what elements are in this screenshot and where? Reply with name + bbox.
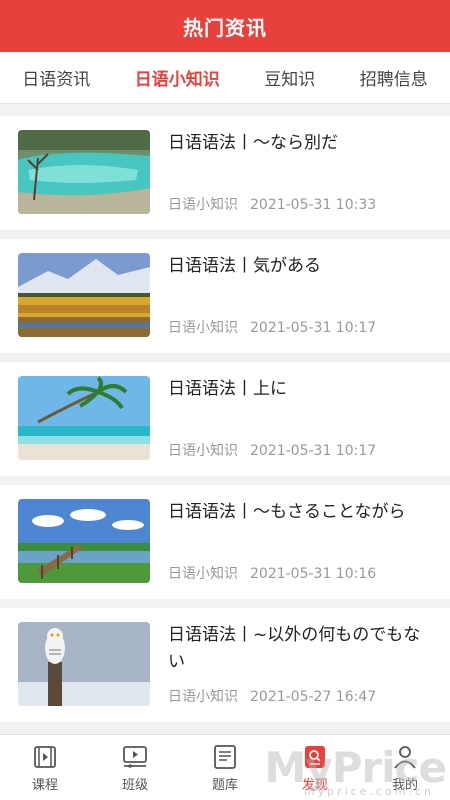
article-title: 日语语法丨～もさることながら (168, 502, 406, 522)
article-meta: 日语小知识 2021-05-31 10:17 (168, 317, 376, 337)
watermark-url: myprice.com.cn (303, 785, 434, 798)
app-header: 热门资讯 (0, 0, 450, 52)
list-item[interactable]: 日语语法丨上に 日语小知识 2021-05-31 10:17 (0, 362, 450, 476)
article-date: 2021-05-31 10:33 (250, 197, 377, 213)
article-thumbnail (18, 499, 150, 583)
article-thumbnail (18, 253, 150, 337)
article-title: 日语语法丨気がある (168, 256, 321, 276)
nav-course[interactable]: 课程 (10, 743, 80, 793)
article-category: 日语小知识 (168, 689, 238, 705)
list-item[interactable]: 日语语法丨～なら別だ 日语小知识 2021-05-31 10:33 (0, 116, 450, 230)
article-category: 日语小知识 (168, 197, 238, 213)
article-category: 日语小知识 (168, 443, 238, 459)
category-tabs: 日语资讯 日语小知识 豆知识 招聘信息 (0, 52, 450, 104)
tab-japanese-tips[interactable]: 日语小知识 (129, 65, 226, 90)
nav-class[interactable]: 班级 (100, 743, 170, 793)
tab-japanese-news[interactable]: 日语资讯 (16, 65, 96, 90)
article-thumbnail (18, 622, 150, 706)
list-item[interactable]: 日语语法丨気がある 日语小知识 2021-05-31 10:17 (0, 239, 450, 353)
article-date: 2021-05-31 10:16 (250, 566, 377, 582)
article-text: 日语语法丨気がある 日语小知识 2021-05-31 10:17 (168, 253, 432, 337)
course-icon (31, 743, 59, 771)
article-category: 日语小知识 (168, 566, 238, 582)
article-thumbnail (18, 130, 150, 214)
list-item[interactable]: 日语语法丨～もさることながら 日语小知识 2021-05-31 10:16 (0, 485, 450, 599)
tab-trivia[interactable]: 豆知识 (258, 65, 321, 90)
list-item[interactable]: 日语语法丨~以外の何ものでもない 日语小知识 2021-05-27 16:47 (0, 608, 450, 722)
question-bank-icon (211, 743, 239, 771)
article-title: 日语语法丨上に (168, 379, 287, 399)
article-date: 2021-05-31 10:17 (250, 320, 377, 336)
article-text: 日语语法丨~以外の何ものでもない 日语小知识 2021-05-27 16:47 (168, 622, 432, 706)
profile-icon (391, 743, 419, 771)
article-thumbnail (18, 376, 150, 460)
nav-question-bank-label: 题库 (211, 777, 238, 793)
article-date: 2021-05-27 16:47 (250, 689, 377, 705)
article-meta: 日语小知识 2021-05-31 10:33 (168, 194, 376, 214)
article-meta: 日语小知识 2021-05-31 10:17 (168, 440, 376, 460)
article-list: 日语语法丨～なら別だ 日语小知识 2021-05-31 10:33 日语语法丨気が… (0, 116, 450, 731)
discover-icon (301, 743, 329, 771)
tab-jobs[interactable]: 招聘信息 (354, 65, 434, 90)
article-text: 日语语法丨～なら別だ 日语小知识 2021-05-31 10:33 (168, 130, 432, 214)
page-title: 热门资讯 (183, 15, 267, 40)
article-date: 2021-05-31 10:17 (250, 443, 377, 459)
nav-question-bank[interactable]: 题库 (190, 743, 260, 793)
article-title: 日语语法丨~以外の何ものでもない (168, 625, 421, 672)
article-meta: 日语小知识 2021-05-27 16:47 (168, 686, 376, 706)
article-text: 日语语法丨～もさることながら 日语小知识 2021-05-31 10:16 (168, 499, 432, 583)
nav-class-label: 班级 (121, 777, 148, 793)
nav-course-label: 课程 (31, 777, 58, 793)
article-title: 日语语法丨～なら別だ (168, 133, 338, 153)
article-text: 日语语法丨上に 日语小知识 2021-05-31 10:17 (168, 376, 432, 460)
article-meta: 日语小知识 2021-05-31 10:16 (168, 563, 376, 583)
article-category: 日语小知识 (168, 320, 238, 336)
class-icon (121, 743, 149, 771)
